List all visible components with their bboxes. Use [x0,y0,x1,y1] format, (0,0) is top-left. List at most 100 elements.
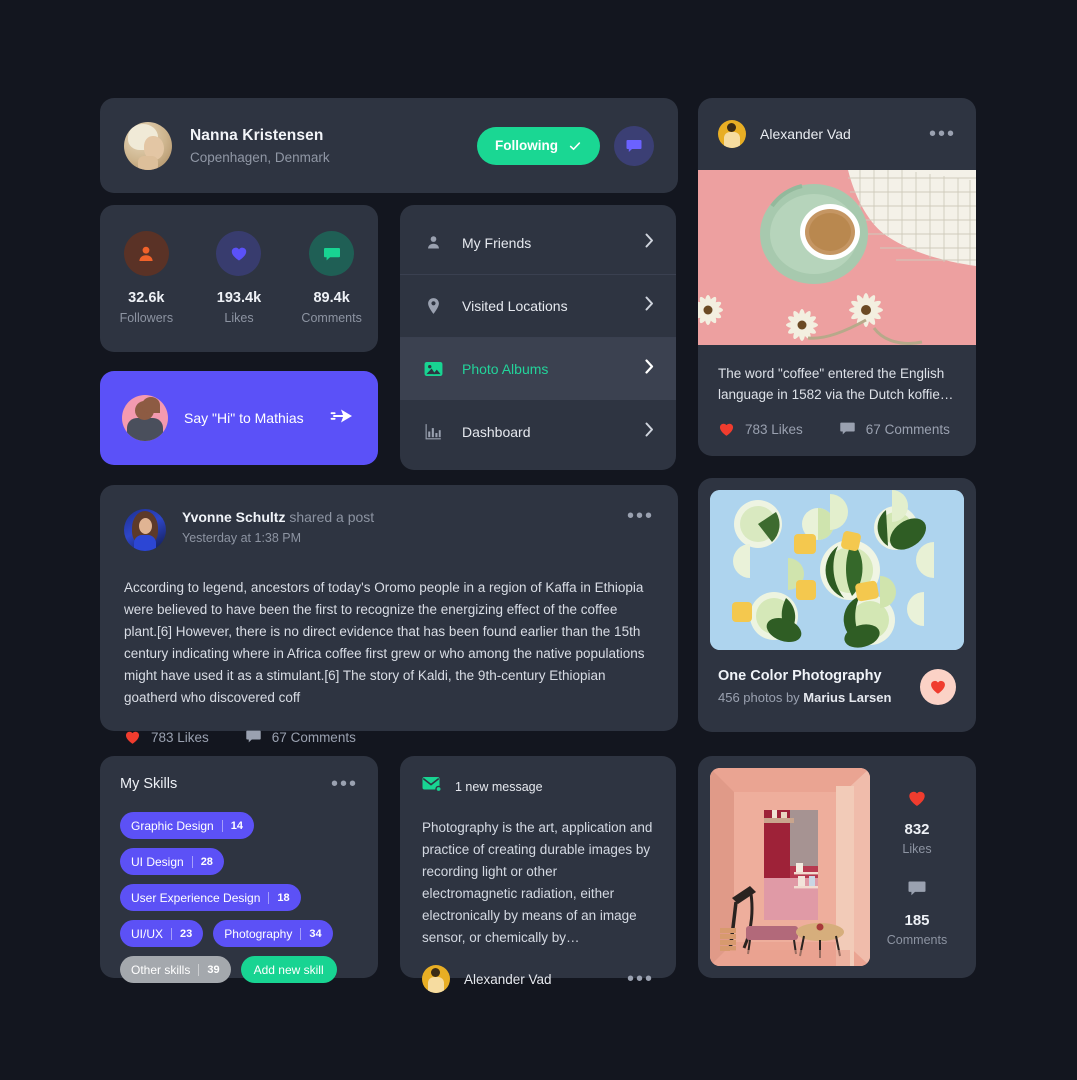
menu-item-dashboard[interactable]: Dashboard [400,400,676,463]
coffee-post-card: Alexander Vad ••• The word "coffee" ente… [698,98,976,456]
room-likes[interactable]: 832 Likes [902,787,932,856]
pink-room-photo[interactable] [710,768,870,966]
album-meta: One Color Photography 456 photos by Mari… [718,668,891,705]
post-meta: Yvonne Schultz shared a post Yesterday a… [182,509,374,545]
skill-tag-label: UI/UX [131,926,164,941]
skill-tag[interactable]: Graphic Design 14 [120,812,254,839]
heart-icon [231,247,247,260]
post-engagement-row: 783 Likes 67 Comments [124,729,654,745]
stat-comments[interactable]: 89.4k Comments [290,231,374,325]
menu-label: My Friends [462,234,532,251]
message-footer: Alexander Vad ••• [422,965,654,993]
profile-location: Copenhagen, Denmark [190,149,330,165]
tag-separator [268,891,270,904]
alexander-avatar[interactable] [422,965,450,993]
coffee-engagement-row: 783 Likes 67 Comments [698,421,976,437]
post-author[interactable]: Yvonne Schultz [182,509,285,525]
add-new-skill-button[interactable]: Add new skill [240,956,337,983]
alexander-avatar[interactable] [718,120,746,148]
room-photo-card: 832 Likes 185 Comments [698,756,976,978]
chevron-right-icon [645,358,654,379]
coffee-comments-label: 67 Comments [865,421,950,437]
post-likes-label: 783 Likes [151,729,209,745]
skill-tag-count: 34 [309,927,322,940]
skill-tag-label: UI Design [131,854,184,869]
chevron-right-icon [645,233,654,253]
stat-comments-label: Comments [301,311,362,325]
stat-followers-circle [123,231,169,276]
profile-avatar[interactable] [124,121,172,170]
shared-post-card: Yvonne Schultz shared a post Yesterday a… [100,485,678,745]
profile-header-card: Nanna Kristensen Copenhagen, Denmark Fol… [100,98,678,193]
tag-separator [191,855,193,868]
comment-icon [323,247,340,260]
post-likes[interactable]: 783 Likes [124,729,209,745]
skill-tag[interactable]: Photography 34 [213,920,333,947]
comment-icon [246,730,261,743]
message-count-label: 1 new message [455,779,543,794]
heart-icon [931,680,945,694]
room-comments-value: 185 [904,912,930,929]
post-byline: Yvonne Schultz shared a post [182,509,374,525]
post-body: According to legend, ancestors of today'… [124,580,645,705]
stat-likes-circle [216,231,262,276]
following-label: Following [495,138,558,153]
album-like-button[interactable] [920,668,956,705]
post-comments-label: 67 Comments [271,729,356,745]
tag-separator [171,927,173,940]
skill-tag[interactable]: User Experience Design 18 [120,884,301,911]
coffee-post-caption: The word "coffee" entered the English la… [718,366,954,402]
coffee-likes-label: 783 Likes [745,421,803,437]
coffee-comments[interactable]: 67 Comments [839,421,950,437]
stat-likes-value: 193.4k [216,290,262,306]
coffee-likes[interactable]: 783 Likes [718,421,803,437]
more-options-icon[interactable]: ••• [929,124,956,144]
following-button[interactable]: Following [477,126,600,165]
profile-name: Nanna Kristensen [190,126,324,144]
message-button[interactable] [614,125,654,166]
coffee-post-author: Alexander Vad [760,126,851,142]
comment-icon [887,878,947,900]
more-options-icon[interactable]: ••• [627,506,654,526]
skills-header: My Skills ••• [120,774,358,794]
send-icon[interactable] [330,407,356,430]
stat-followers[interactable]: 32.6k Followers [104,231,188,325]
stat-likes[interactable]: 193.4k Likes [197,231,281,325]
bar-chart-icon [422,423,444,440]
skill-tag-label: User Experience Design [131,890,261,905]
message-body: Photography is the art, application and … [422,820,653,945]
say-hi-card[interactable]: Say "Hi" to Mathias [100,371,378,465]
room-comments-label: Comments [886,933,948,947]
more-options-icon[interactable]: ••• [331,774,358,794]
room-likes-value: 832 [904,821,930,838]
message-author: Alexander Vad [464,971,552,987]
stat-comments-value: 89.4k [313,290,350,306]
chevron-right-icon [645,296,654,316]
stats-row: 32.6k Followers 193.4k Likes 89.4k Comme… [100,205,378,325]
lime-mint-photo[interactable] [710,490,964,650]
skill-tag-list: Graphic Design 14 UI Design 28 User Expe… [120,812,358,983]
coffee-cup-photo[interactable] [698,170,976,345]
navigation-menu-card: My Friends Visited Locations Photo Album… [400,205,676,470]
room-stats: 832 Likes 185 Comments [870,768,964,966]
yvonne-avatar[interactable] [124,509,166,551]
comment-icon [840,422,855,435]
skill-tag-label: Photography [224,926,293,941]
photo-icon [422,361,444,377]
skill-tag[interactable]: UI Design 28 [120,848,224,875]
menu-item-visited-locations[interactable]: Visited Locations [400,274,676,337]
album-photo-count: 456 photos by [718,690,804,705]
skill-tag-count: 18 [277,891,290,904]
album-author[interactable]: Marius Larsen [803,690,891,705]
heart-icon [125,731,140,744]
post-comments[interactable]: 67 Comments [245,729,356,745]
skill-tag-other[interactable]: Other skills 39 [120,956,231,983]
skill-tag[interactable]: UI/UX 23 [120,920,204,947]
room-likes-label: Likes [902,842,932,856]
more-options-icon[interactable]: ••• [627,969,654,989]
stat-comments-circle [309,231,355,276]
menu-item-photo-albums[interactable]: Photo Albums [400,337,676,400]
menu-item-my-friends[interactable]: My Friends [400,211,676,274]
skill-tag-label: Other skills [131,962,191,977]
room-comments[interactable]: 185 Comments [887,878,947,947]
